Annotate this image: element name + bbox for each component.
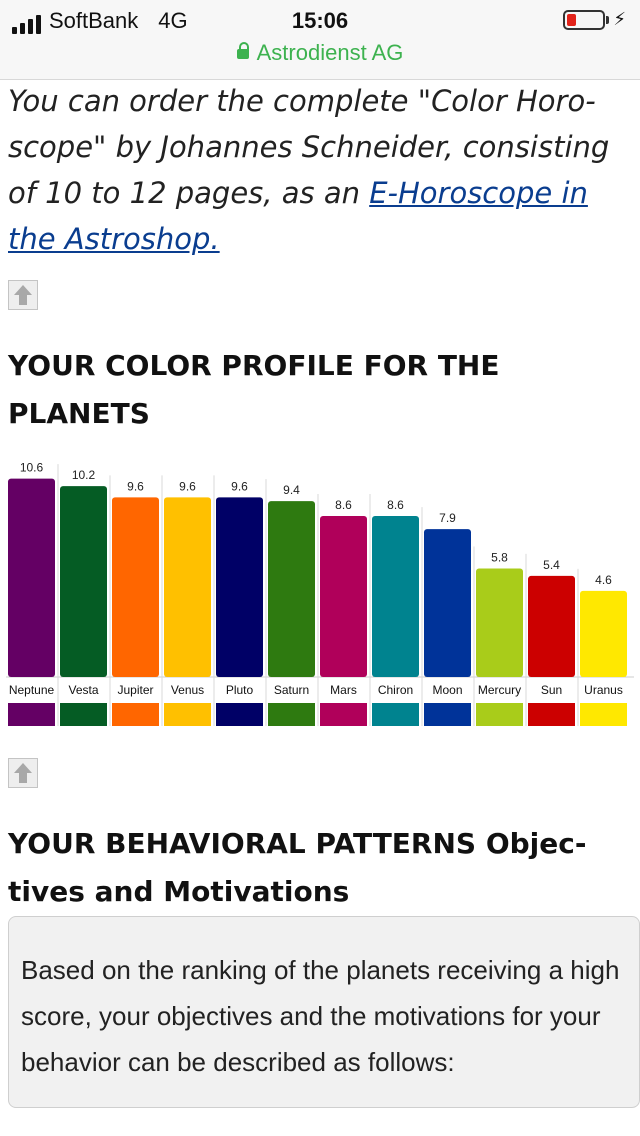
back-to-top-button[interactable]	[8, 280, 38, 310]
chart-bar	[164, 497, 211, 677]
chart-category-label: Chiron	[378, 683, 413, 697]
chart-category-label: Mars	[330, 683, 357, 697]
chart-value-label: 9.4	[283, 483, 300, 497]
chart-value-label: 10.2	[72, 468, 96, 482]
behavior-heading: YOUR BEHAVIORAL PATTERNS Objec-tives and…	[8, 827, 587, 908]
chart-bar	[60, 486, 107, 677]
lock-icon	[236, 42, 249, 61]
charging-bolt-icon: ⚡︎	[613, 9, 626, 30]
chart-category-label: Uranus	[584, 683, 623, 697]
chart-bar	[112, 497, 159, 677]
chart-bar	[216, 497, 263, 677]
chart-value-label: 7.9	[439, 511, 456, 525]
chart-category-label: Neptune	[9, 683, 55, 697]
chart-value-label: 4.6	[595, 573, 612, 587]
chart-category-label: Mercury	[478, 683, 521, 697]
chart-value-label: 5.4	[543, 558, 560, 572]
behavior-description: Based on the ranking of the planets rece…	[21, 955, 620, 1077]
chart-value-label: 5.8	[491, 550, 508, 564]
chart-category-label: Jupiter	[117, 683, 153, 697]
up-arrow-icon	[14, 285, 32, 295]
chart-value-label: 9.6	[127, 479, 144, 493]
chart-bar	[268, 501, 315, 677]
chart-category-label: Vesta	[68, 683, 98, 697]
chart-legend-swatch	[320, 703, 367, 726]
chart-category-label: Pluto	[226, 683, 254, 697]
color-profile-chart: 10.6 Neptune 10.2 Vesta 9.6 Jupiter 9.6 Venus 9.…	[6, 461, 634, 726]
chart-legend-swatch	[372, 703, 419, 726]
chart-category-label: Moon	[432, 683, 462, 697]
chart-value-label: 10.6	[20, 461, 44, 475]
chart-legend-swatch	[112, 703, 159, 726]
chart-bar	[476, 568, 523, 677]
chart-legend-swatch	[580, 703, 627, 726]
chart-bar	[372, 516, 419, 677]
status-bar: SoftBank 4G 15:06 ⚡︎ Astrodienst AG	[0, 0, 640, 80]
battery-indicator: ⚡︎	[563, 10, 626, 30]
up-arrow-icon	[14, 763, 32, 773]
chart-bar	[320, 516, 367, 677]
chart-legend-swatch	[60, 703, 107, 726]
chart-category-label: Sun	[541, 683, 562, 697]
chart-bar	[528, 575, 575, 677]
chart-legend-swatch	[268, 703, 315, 726]
color-profile-heading: YOUR COLOR PROFILE FOR THE PLANETS	[8, 349, 500, 430]
chart-legend-swatch	[476, 703, 523, 726]
battery-icon	[563, 10, 606, 30]
chart-category-label: Saturn	[274, 683, 309, 697]
chart-bar	[424, 529, 471, 677]
chart-legend-swatch	[424, 703, 471, 726]
chart-legend-swatch	[216, 703, 263, 726]
back-to-top-button[interactable]	[8, 758, 38, 788]
chart-bar	[580, 590, 627, 677]
chart-value-label: 8.6	[335, 498, 352, 512]
chart-legend-swatch	[164, 703, 211, 726]
chart-value-label: 9.6	[179, 479, 196, 493]
chart-bar	[8, 478, 55, 677]
chart-legend-swatch	[528, 703, 575, 726]
clock: 15:06	[291, 8, 349, 33]
address-bar[interactable]: Astrodienst AG	[0, 40, 640, 66]
site-name: Astrodienst AG	[256, 40, 404, 65]
intro-paragraph: You can order the complete "Color Horo-s…	[8, 78, 628, 262]
chart-legend-swatch	[8, 703, 55, 726]
behavior-description-box: Based on the ranking of the planets rece…	[8, 916, 640, 1108]
chart-value-label: 8.6	[387, 498, 404, 512]
chart-value-label: 9.6	[231, 479, 248, 493]
chart-category-label: Venus	[171, 683, 204, 697]
